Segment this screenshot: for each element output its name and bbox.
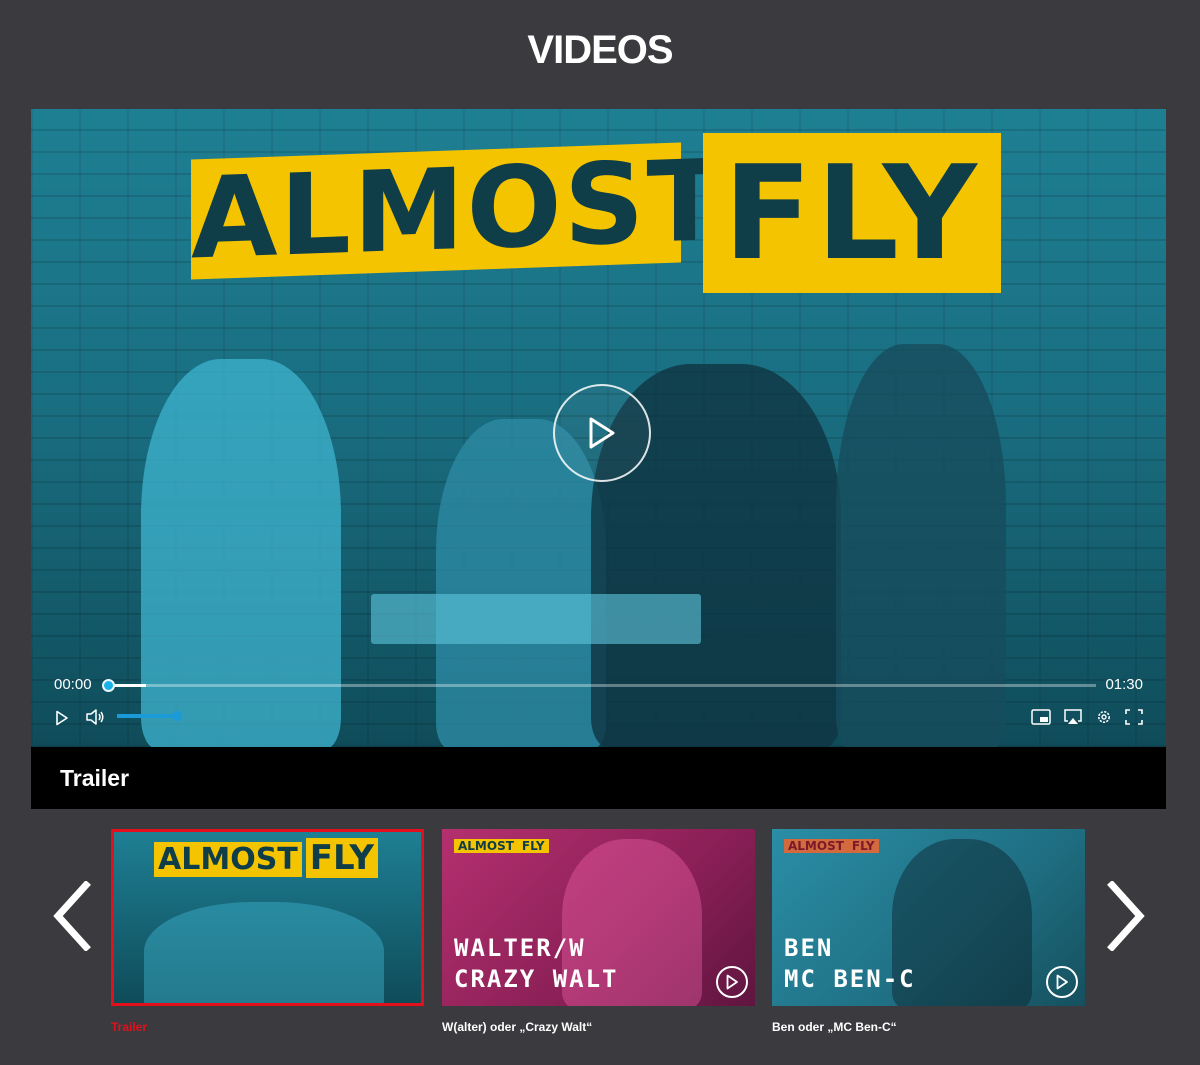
gear-icon xyxy=(1098,711,1110,723)
thumb-headline-line-1: WALTER/W xyxy=(454,934,586,962)
volume-handle[interactable] xyxy=(172,711,182,721)
thumb-logo: ALMOST FLY xyxy=(454,839,549,853)
page-title: VIDEOS xyxy=(527,28,673,72)
thumb-play-button[interactable] xyxy=(1046,966,1078,998)
video-caption: Trailer xyxy=(31,747,1166,809)
thumb-play-button[interactable] xyxy=(716,966,748,998)
big-play-button[interactable] xyxy=(553,384,651,482)
thumb-headline-line-1: BEN xyxy=(784,934,834,962)
play-icon xyxy=(56,710,68,726)
mute-button[interactable] xyxy=(83,706,107,728)
thumb-logo-fly: FLY xyxy=(517,839,549,853)
airplay-button[interactable] xyxy=(1061,707,1085,727)
thumb-caption-trailer[interactable]: Trailer xyxy=(111,1020,147,1034)
thumb-logo-almost: ALMOST xyxy=(154,842,302,877)
figure-girl xyxy=(141,359,341,747)
thumb-headline-line-2: CRAZY WALT xyxy=(454,965,619,993)
airplay-icon xyxy=(1064,709,1082,724)
logo-fly: FLY xyxy=(703,133,1001,293)
thumb-caption-ben[interactable]: Ben oder „MC Ben-C“ xyxy=(772,1020,897,1034)
play-icon xyxy=(589,417,615,449)
chevron-left-icon xyxy=(53,881,91,951)
thumb-headline-line-2: MC BEN-C xyxy=(784,965,916,993)
volume-slider[interactable] xyxy=(117,711,182,721)
fullscreen-icon xyxy=(1125,709,1143,725)
progress-handle[interactable] xyxy=(102,679,115,692)
thumb-logo: ALMOST FLY xyxy=(784,839,879,853)
carousel-prev-button[interactable] xyxy=(48,878,96,954)
progress-bar[interactable] xyxy=(102,679,1096,692)
thumb-logo-fly: FLY xyxy=(847,839,879,853)
thumb-caption-walter[interactable]: W(alter) oder „Crazy Walt“ xyxy=(442,1020,592,1034)
volume-icon xyxy=(86,709,104,725)
thumb-headline: WALTER/W CRAZY WALT xyxy=(454,933,619,995)
carousel-thumb-trailer[interactable]: ALMOST FLY xyxy=(111,829,424,1006)
play-icon xyxy=(726,974,738,990)
volume-fill xyxy=(117,714,177,718)
thumb-logo-fly: FLY xyxy=(305,838,378,878)
chevron-right-icon xyxy=(1107,881,1145,951)
thumb-headline: BEN MC BEN-C xyxy=(784,933,916,995)
thumb-logo: ALMOST FLY xyxy=(154,838,378,878)
video-player[interactable]: ALMOST FLY 00:00 01:30 Trailer xyxy=(31,109,1166,809)
picture-in-picture-button[interactable] xyxy=(1029,707,1053,727)
time-current: 00:00 xyxy=(54,676,92,693)
video-frame[interactable]: ALMOST FLY 00:00 01:30 xyxy=(31,109,1166,747)
fullscreen-button[interactable] xyxy=(1123,707,1145,727)
carousel-next-button[interactable] xyxy=(1102,878,1150,954)
picture-in-picture-icon xyxy=(1031,709,1051,725)
play-button[interactable] xyxy=(51,707,73,729)
thumb-logo-almost: ALMOST xyxy=(454,839,518,853)
settings-button[interactable] xyxy=(1093,707,1115,727)
thumb-figures xyxy=(144,902,384,1003)
logo-almost: ALMOST xyxy=(191,135,725,285)
carousel-thumb-ben[interactable]: ALMOST FLY BEN MC BEN-C xyxy=(772,829,1085,1006)
turntable-desk xyxy=(371,594,701,644)
thumb-logo-almost: ALMOST xyxy=(784,839,848,853)
time-total: 01:30 xyxy=(1105,676,1143,693)
show-logo: ALMOST FLY xyxy=(191,131,1001,293)
carousel-thumb-walter[interactable]: ALMOST FLY WALTER/W CRAZY WALT xyxy=(442,829,755,1006)
play-icon xyxy=(1056,974,1068,990)
